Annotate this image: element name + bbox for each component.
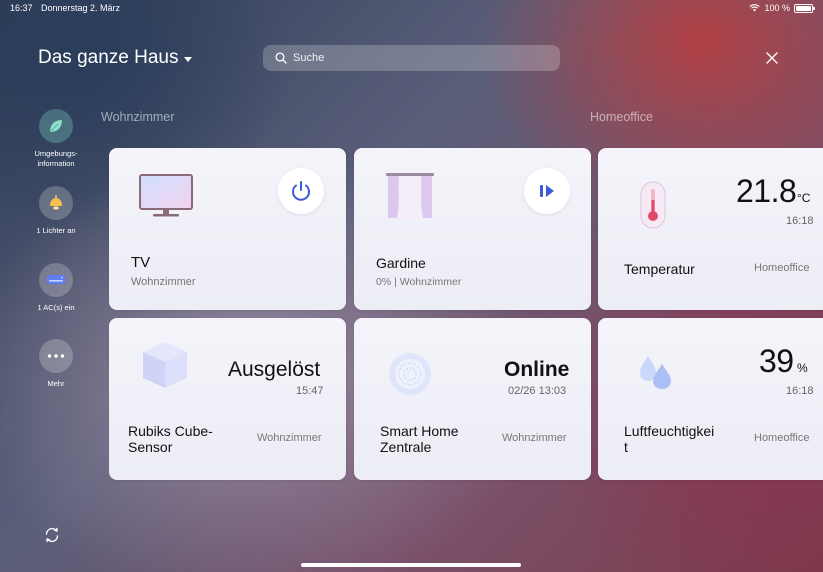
caret-down-icon [184, 56, 193, 62]
water-drop-icon [640, 356, 671, 389]
refresh-icon[interactable] [43, 526, 61, 544]
curtain-icon [386, 173, 434, 218]
sidebar-label-ac: 1 AC(s) ein [37, 303, 75, 312]
sidebar-item-ac[interactable]: 1 AC(s) ein [20, 263, 92, 313]
play-pause-icon [540, 185, 554, 197]
sidebar-item-environment[interactable]: Umgebungs- information [20, 109, 92, 169]
wifi-icon [749, 4, 761, 12]
card-room-humidity: Homeoffice [754, 432, 810, 444]
device-card-curtain[interactable]: Gardine 0% | Wohnzimmer [354, 148, 591, 310]
card-status-curtain: 0% | Wohnzimmer [376, 276, 462, 288]
card-room-hub: Wohnzimmer [502, 432, 567, 444]
tv-icon [139, 174, 193, 217]
cube-icon [143, 342, 187, 388]
cube-time: 15:47 [296, 385, 324, 397]
temperature-value: 21.8 [736, 173, 797, 209]
leaf-icon [39, 109, 73, 143]
sidebar-item-more[interactable]: Mehr [20, 339, 92, 389]
hub-time: 02/26 13:03 [508, 385, 567, 397]
device-card-hub[interactable]: Online 02/26 13:03 Smart Home Zentrale W… [354, 318, 591, 480]
temperature-time: 16:18 [786, 215, 814, 227]
card-title-curtain: Gardine [376, 255, 426, 271]
hub-icon [389, 353, 431, 395]
tv-power-button[interactable] [278, 168, 324, 214]
status-indicators: 100 % [749, 3, 815, 13]
device-card-temperature[interactable]: 21.8 °C 16:18 Temperatur Homeoffice [598, 148, 823, 310]
sidebar-label-environment: Umgebungs- information [34, 149, 78, 168]
curtain-control-button[interactable] [524, 168, 570, 214]
search-icon [275, 52, 287, 64]
section-label-home-office: Homeoffice [590, 110, 653, 124]
thermometer-icon [640, 181, 666, 229]
sidebar-label-lights: 1 Lichter an [36, 226, 76, 235]
card-title-tv: TV [131, 254, 151, 271]
card-title-hub: Smart Home Zentrale [380, 423, 459, 455]
cube-state: Ausgelöst [228, 358, 321, 381]
more-dots-icon [39, 339, 73, 373]
humidity-unit: % [797, 361, 808, 375]
card-title-humidity: Luftfeuchtigkei t [624, 423, 715, 455]
hub-state: Online [504, 358, 570, 381]
battery-icon [794, 3, 815, 13]
card-title-temperature: Temperatur [624, 261, 695, 277]
power-icon [292, 181, 310, 201]
status-bar: 16:37 Donnerstag 2. März 100 % [0, 0, 823, 16]
battery-percent: 100 % [764, 3, 790, 13]
card-room-tv: Wohnzimmer [131, 276, 196, 288]
search-bar[interactable] [263, 45, 560, 71]
humidity-time: 16:18 [786, 385, 814, 397]
search-input[interactable] [293, 52, 543, 64]
home-title: Das ganze Haus [38, 47, 179, 68]
home-selector[interactable]: Das ganze Haus [38, 47, 193, 69]
device-card-humidity[interactable]: 39 % 16:18 Luftfeuchtigkei t Homeoffice [598, 318, 823, 480]
device-card-cube-sensor[interactable]: Ausgelöst 15:47 Rubiks Cube- Sensor Wohn… [109, 318, 346, 480]
card-title-cube-sensor: Rubiks Cube- Sensor [128, 423, 213, 455]
sidebar-label-more: Mehr [47, 379, 65, 388]
close-icon[interactable] [764, 50, 780, 66]
air-conditioner-icon [39, 263, 73, 297]
temperature-unit: °C [797, 191, 811, 205]
card-room-temperature: Homeoffice [754, 262, 810, 274]
device-card-tv[interactable]: TV Wohnzimmer [109, 148, 346, 310]
home-indicator[interactable] [301, 563, 521, 567]
card-room-cube-sensor: Wohnzimmer [257, 432, 322, 444]
status-time: 16:37 [10, 3, 33, 13]
ceiling-lamp-icon [39, 186, 73, 220]
section-label-living-room: Wohnzimmer [101, 110, 175, 124]
status-date: Donnerstag 2. März [41, 3, 121, 13]
humidity-value: 39 [759, 343, 794, 379]
sidebar-item-lights[interactable]: 1 Lichter an [20, 186, 92, 236]
